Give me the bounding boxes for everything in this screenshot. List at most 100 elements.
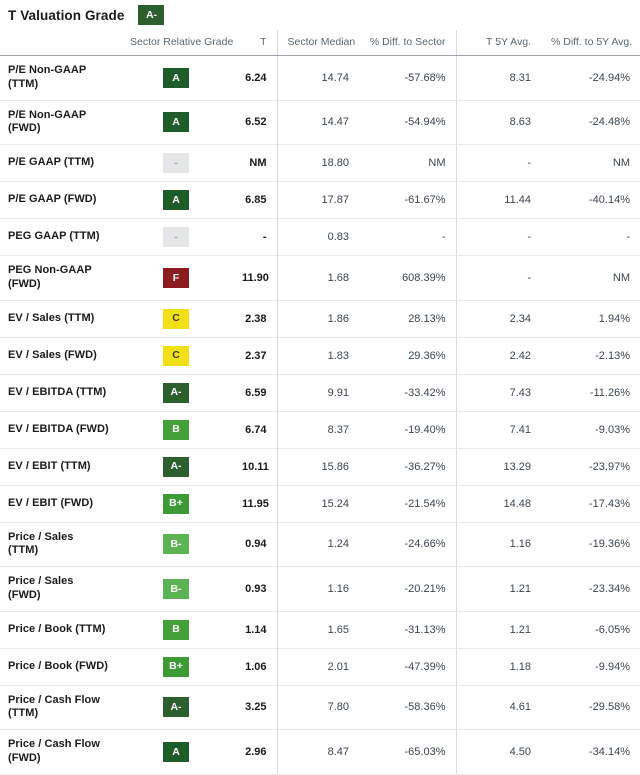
sector-relative-grade-cell: A- [120, 374, 232, 412]
table-row: P/E GAAP (TTM) - NM 18.80 NM - NM [0, 144, 640, 182]
grade-badge: A- [163, 456, 189, 477]
grade-badge: A- [163, 697, 189, 718]
metric-label: PEG Non-GAAP (FWD) [0, 255, 120, 301]
table-row: EV / EBITDA (TTM) A- 6.59 9.91 -33.42% 7.43 -1… [0, 374, 640, 412]
grade-badge: F [163, 267, 189, 288]
value-t-5y-avg: 11.44 [455, 181, 541, 219]
value-t: 6.52 [232, 100, 277, 145]
panel-header: T Valuation Grade A- [0, 0, 640, 30]
valuation-grade-table: Sector Relative Grade T Sector Median % … [0, 30, 640, 775]
table-row: EV / EBIT (TTM) A- 10.11 15.86 -36.27% 13.29-… [0, 448, 640, 486]
sector-relative-grade-cell: - [120, 144, 232, 182]
value-sector-median: 1.16 [276, 566, 359, 612]
value-diff-to-sector: 29.36% [359, 337, 456, 375]
metric-label: Price / Cash Flow (FWD) [0, 729, 120, 775]
value-t-5y-avg: 1.18 [455, 648, 541, 686]
table-row: Price / Sales (FWD) B- 0.93 1.16 -20.21% 1.21-… [0, 566, 640, 612]
value-t: 11.95 [232, 485, 277, 523]
value-diff-to-sector: -20.21% [359, 566, 456, 612]
table-row: EV / EBITDA (FWD) B 6.74 8.37 -19.40% 7.41 -9.… [0, 411, 640, 449]
value-t: NM [232, 144, 277, 182]
column-header-metric [0, 30, 120, 56]
value-t-5y-avg: 7.41 [455, 411, 541, 449]
grade-badge: C [163, 345, 189, 366]
value-diff-to-sector: -31.13% [359, 611, 456, 649]
table-row: P/E Non-GAAP (TTM) A 6.24 14.74 -57.68% 8.31-… [0, 55, 640, 101]
value-diff-to-5y-avg: -24.48% [541, 100, 640, 145]
value-t: 1.14 [232, 611, 277, 649]
value-diff-to-5y-avg: -29.58% [541, 685, 640, 730]
value-t: 2.37 [232, 337, 277, 375]
metric-label: Price / Book (FWD) [0, 648, 120, 686]
value-t-5y-avg: 8.31 [455, 55, 541, 101]
table-row: Price / Cash Flow (FWD) A 2.96 8.47 -65.03% 4.… [0, 729, 640, 775]
value-t-5y-avg: 13.29 [455, 448, 541, 486]
value-diff-to-sector: -19.40% [359, 411, 456, 449]
table-row: P/E Non-GAAP (FWD) A 6.52 14.47 -54.94% 8.63-… [0, 100, 640, 145]
value-diff-to-5y-avg: -11.26% [541, 374, 640, 412]
valuation-grade-panel: T Valuation Grade A- Sector Relative Gra… [0, 0, 640, 775]
metric-label: EV / EBITDA (TTM) [0, 374, 120, 412]
table-row: PEG Non-GAAP (FWD) F 11.90 1.68 608.39% - NM [0, 255, 640, 301]
table-row: P/E GAAP (FWD) A 6.85 17.87 -61.67% 11.44 -40.… [0, 181, 640, 219]
value-diff-to-5y-avg: -24.94% [541, 55, 640, 101]
value-diff-to-5y-avg: -23.97% [541, 448, 640, 486]
value-sector-median: 0.83 [276, 218, 359, 256]
table-row: EV / EBIT (FWD) B+ 11.95 15.24 -21.54% 14.48-… [0, 485, 640, 523]
value-diff-to-5y-avg: -23.34% [541, 566, 640, 612]
value-diff-to-sector: -61.67% [359, 181, 456, 219]
value-t: 0.93 [232, 566, 277, 612]
metric-label: P/E GAAP (FWD) [0, 181, 120, 219]
value-t-5y-avg: 4.50 [455, 729, 541, 775]
sector-relative-grade-cell: B [120, 411, 232, 449]
value-diff-to-sector: -58.36% [359, 685, 456, 730]
sector-relative-grade-cell: C [120, 300, 232, 338]
grade-badge: B [163, 419, 189, 440]
value-diff-to-sector: -21.54% [359, 485, 456, 523]
value-sector-median: 8.47 [276, 729, 359, 775]
grade-badge: A [163, 67, 189, 88]
sector-relative-grade-cell: - [120, 218, 232, 256]
value-sector-median: 1.68 [276, 255, 359, 301]
table-header: Sector Relative Grade T Sector Median % … [0, 30, 640, 56]
value-diff-to-5y-avg: -40.14% [541, 181, 640, 219]
value-t-5y-avg: 1.21 [455, 611, 541, 649]
metric-label: P/E Non-GAAP (TTM) [0, 55, 120, 101]
header-row: Sector Relative Grade T Sector Median % … [0, 30, 640, 56]
table-row: Price / Book (FWD) B+ 1.06 2.01 -47.39% 1.18-… [0, 648, 640, 686]
sector-relative-grade-cell: A [120, 55, 232, 101]
metric-label: EV / EBIT (TTM) [0, 448, 120, 486]
metric-label: Price / Book (TTM) [0, 611, 120, 649]
grade-badge: C [163, 308, 189, 329]
value-diff-to-5y-avg: -9.03% [541, 411, 640, 449]
grade-badge: A [163, 112, 189, 133]
metric-label: EV / EBIT (FWD) [0, 485, 120, 523]
value-t-5y-avg: - [455, 218, 541, 256]
value-diff-to-sector: -54.94% [359, 100, 456, 145]
value-sector-median: 17.87 [276, 181, 359, 219]
sector-relative-grade-cell: A [120, 181, 232, 219]
metric-label: P/E GAAP (TTM) [0, 144, 120, 182]
sector-relative-grade-cell: B+ [120, 485, 232, 523]
value-t: 6.85 [232, 181, 277, 219]
value-sector-median: 15.86 [276, 448, 359, 486]
value-t-5y-avg: 14.48 [455, 485, 541, 523]
value-diff-to-sector: -65.03% [359, 729, 456, 775]
value-t: 11.90 [232, 255, 277, 301]
value-t: - [232, 218, 277, 256]
grade-badge: - [163, 153, 189, 173]
metric-label: PEG GAAP (TTM) [0, 218, 120, 256]
page-title: T Valuation Grade [8, 7, 125, 23]
sector-relative-grade-cell: C [120, 337, 232, 375]
value-diff-to-sector: - [359, 218, 456, 256]
value-diff-to-5y-avg: -9.94% [541, 648, 640, 686]
value-sector-median: 1.83 [276, 337, 359, 375]
value-sector-median: 8.37 [276, 411, 359, 449]
grade-badge: - [163, 227, 189, 247]
column-header-sector-relative-grade: Sector Relative Grade [120, 30, 233, 56]
metric-label: EV / Sales (FWD) [0, 337, 120, 375]
metric-label: EV / Sales (TTM) [0, 300, 120, 338]
value-diff-to-5y-avg: 1.94% [541, 300, 640, 338]
table-row: EV / Sales (TTM) C 2.38 1.86 28.13% 2.34 1.94% [0, 300, 640, 338]
value-t: 2.38 [232, 300, 277, 338]
